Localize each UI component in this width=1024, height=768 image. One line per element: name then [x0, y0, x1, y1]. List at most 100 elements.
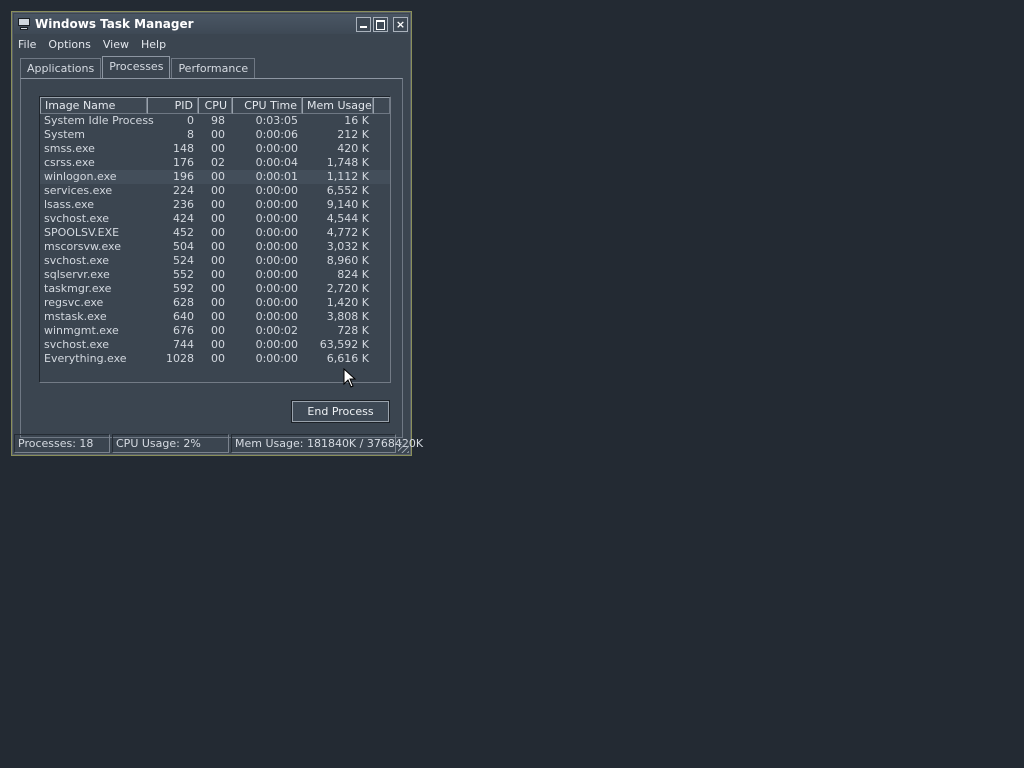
title-bar[interactable]: Windows Task Manager ×	[14, 14, 409, 34]
cell-pid: 640	[173, 310, 194, 323]
cell-mem-usage: 1,112 K	[326, 170, 369, 183]
cell-cpu-time: 0:00:00	[255, 282, 298, 295]
cell-cpu: 00	[211, 198, 225, 211]
cell-cpu: 00	[211, 268, 225, 281]
process-row[interactable]: smss.exe 148 00 0:00:00 420 K	[40, 142, 390, 156]
column-image-name[interactable]: Image Name	[40, 97, 147, 114]
cell-cpu-time: 0:00:00	[255, 296, 298, 309]
cell-pid: 196	[173, 170, 194, 183]
cell-mem-usage: 420 K	[337, 142, 369, 155]
tab-strip: Applications Processes Performance	[20, 56, 256, 78]
process-row[interactable]: lsass.exe 236 00 0:00:00 9,140 K	[40, 198, 390, 212]
menu-file[interactable]: File	[18, 38, 36, 51]
cell-image-name: svchost.exe	[44, 338, 110, 351]
column-cpu-time[interactable]: CPU Time	[232, 97, 302, 114]
cell-cpu-time: 0:00:01	[255, 170, 298, 183]
process-row[interactable]: svchost.exe 744 00 0:00:00 63,592 K	[40, 338, 390, 352]
process-row[interactable]: System Idle Process 0 98 0:03:05 16 K	[40, 114, 390, 128]
cell-pid: 424	[173, 212, 194, 225]
cell-cpu: 00	[211, 184, 225, 197]
cell-cpu: 00	[211, 142, 225, 155]
cell-cpu-time: 0:00:00	[255, 240, 298, 253]
process-list-header: Image Name PID CPU CPU Time Mem Usage	[40, 97, 390, 114]
cell-cpu: 00	[211, 170, 225, 183]
close-button[interactable]: ×	[393, 16, 408, 32]
window-title: Windows Task Manager	[35, 17, 194, 31]
tab-performance[interactable]: Performance	[171, 58, 256, 78]
cell-mem-usage: 16 K	[344, 114, 369, 127]
process-row[interactable]: mstask.exe 640 00 0:00:00 3,808 K	[40, 310, 390, 324]
process-row[interactable]: SPOOLSV.EXE 452 00 0:00:00 4,772 K	[40, 226, 390, 240]
column-spacer	[373, 97, 390, 114]
process-row[interactable]: sqlservr.exe 552 00 0:00:00 824 K	[40, 268, 390, 282]
process-row[interactable]: Everything.exe 1028 00 0:00:00 6,616 K	[40, 352, 390, 366]
cell-image-name: csrss.exe	[44, 156, 95, 169]
menu-options[interactable]: Options	[48, 38, 90, 51]
cell-cpu-time: 0:00:00	[255, 184, 298, 197]
cell-cpu-time: 0:00:06	[255, 128, 298, 141]
process-row[interactable]: System 8 00 0:00:06 212 K	[40, 128, 390, 142]
cell-pid: 176	[173, 156, 194, 169]
cell-pid: 1028	[166, 352, 194, 365]
cell-cpu: 00	[211, 240, 225, 253]
cell-pid: 452	[173, 226, 194, 239]
cell-cpu-time: 0:00:00	[255, 254, 298, 267]
menu-bar: File Options View Help	[14, 35, 409, 53]
column-mem-usage[interactable]: Mem Usage	[302, 97, 373, 114]
cell-cpu: 00	[211, 282, 225, 295]
process-row[interactable]: csrss.exe 176 02 0:00:04 1,748 K	[40, 156, 390, 170]
cell-cpu: 00	[211, 226, 225, 239]
cell-cpu-time: 0:00:02	[255, 324, 298, 337]
cell-cpu-time: 0:00:00	[255, 310, 298, 323]
cell-pid: 224	[173, 184, 194, 197]
cell-pid: 592	[173, 282, 194, 295]
cell-cpu-time: 0:00:00	[255, 268, 298, 281]
maximize-button[interactable]	[373, 16, 388, 32]
process-row[interactable]: taskmgr.exe 592 00 0:00:00 2,720 K	[40, 282, 390, 296]
cell-cpu: 00	[211, 352, 225, 365]
column-cpu[interactable]: CPU	[198, 97, 232, 114]
cell-pid: 0	[187, 114, 194, 127]
task-manager-monitor-icon[interactable]	[17, 17, 31, 31]
cell-cpu-time: 0:00:00	[255, 142, 298, 155]
cell-mem-usage: 4,544 K	[326, 212, 369, 225]
cell-cpu-time: 0:00:00	[255, 198, 298, 211]
tab-applications[interactable]: Applications	[20, 58, 102, 78]
menu-view[interactable]: View	[103, 38, 129, 51]
cell-image-name: svchost.exe	[44, 212, 110, 225]
cell-cpu: 00	[211, 296, 225, 309]
cell-image-name: mscorsvw.exe	[44, 240, 121, 253]
cell-mem-usage: 1,420 K	[326, 296, 369, 309]
cell-image-name: taskmgr.exe	[44, 282, 112, 295]
cell-cpu-time: 0:00:04	[255, 156, 298, 169]
minimize-button[interactable]	[356, 16, 371, 32]
resize-grip-icon[interactable]	[398, 442, 409, 453]
status-mem-usage: Mem Usage: 181840K / 3768420K	[231, 434, 423, 453]
process-row[interactable]: winmgmt.exe 676 00 0:00:02 728 K	[40, 324, 390, 338]
cell-pid: 552	[173, 268, 194, 281]
tab-processes[interactable]: Processes	[102, 56, 171, 78]
cell-image-name: winlogon.exe	[44, 170, 117, 183]
process-row[interactable]: mscorsvw.exe 504 00 0:00:00 3,032 K	[40, 240, 390, 254]
cell-mem-usage: 9,140 K	[326, 198, 369, 211]
process-row[interactable]: regsvc.exe 628 00 0:00:00 1,420 K	[40, 296, 390, 310]
menu-help[interactable]: Help	[141, 38, 166, 51]
process-row[interactable]: services.exe 224 00 0:00:00 6,552 K	[40, 184, 390, 198]
process-row[interactable]: svchost.exe 424 00 0:00:00 4,544 K	[40, 212, 390, 226]
process-row[interactable]: winlogon.exe 196 00 0:00:01 1,112 K	[40, 170, 390, 184]
process-list[interactable]: Image Name PID CPU CPU Time Mem Usage Sy…	[39, 96, 391, 383]
cell-cpu: 00	[211, 324, 225, 337]
column-pid[interactable]: PID	[147, 97, 198, 114]
cell-cpu: 00	[211, 128, 225, 141]
end-process-button[interactable]: End Process	[291, 400, 390, 423]
cell-mem-usage: 728 K	[337, 324, 369, 337]
mouse-pointer-icon	[343, 368, 357, 388]
cell-cpu: 00	[211, 212, 225, 225]
process-row[interactable]: svchost.exe 524 00 0:00:00 8,960 K	[40, 254, 390, 268]
process-rows: System Idle Process 0 98 0:03:05 16 K System 8…	[40, 114, 390, 366]
cell-image-name: Everything.exe	[44, 352, 127, 365]
cell-cpu-time: 0:00:00	[255, 338, 298, 351]
cell-pid: 744	[173, 338, 194, 351]
cell-mem-usage: 63,592 K	[319, 338, 369, 351]
cell-cpu: 00	[211, 310, 225, 323]
